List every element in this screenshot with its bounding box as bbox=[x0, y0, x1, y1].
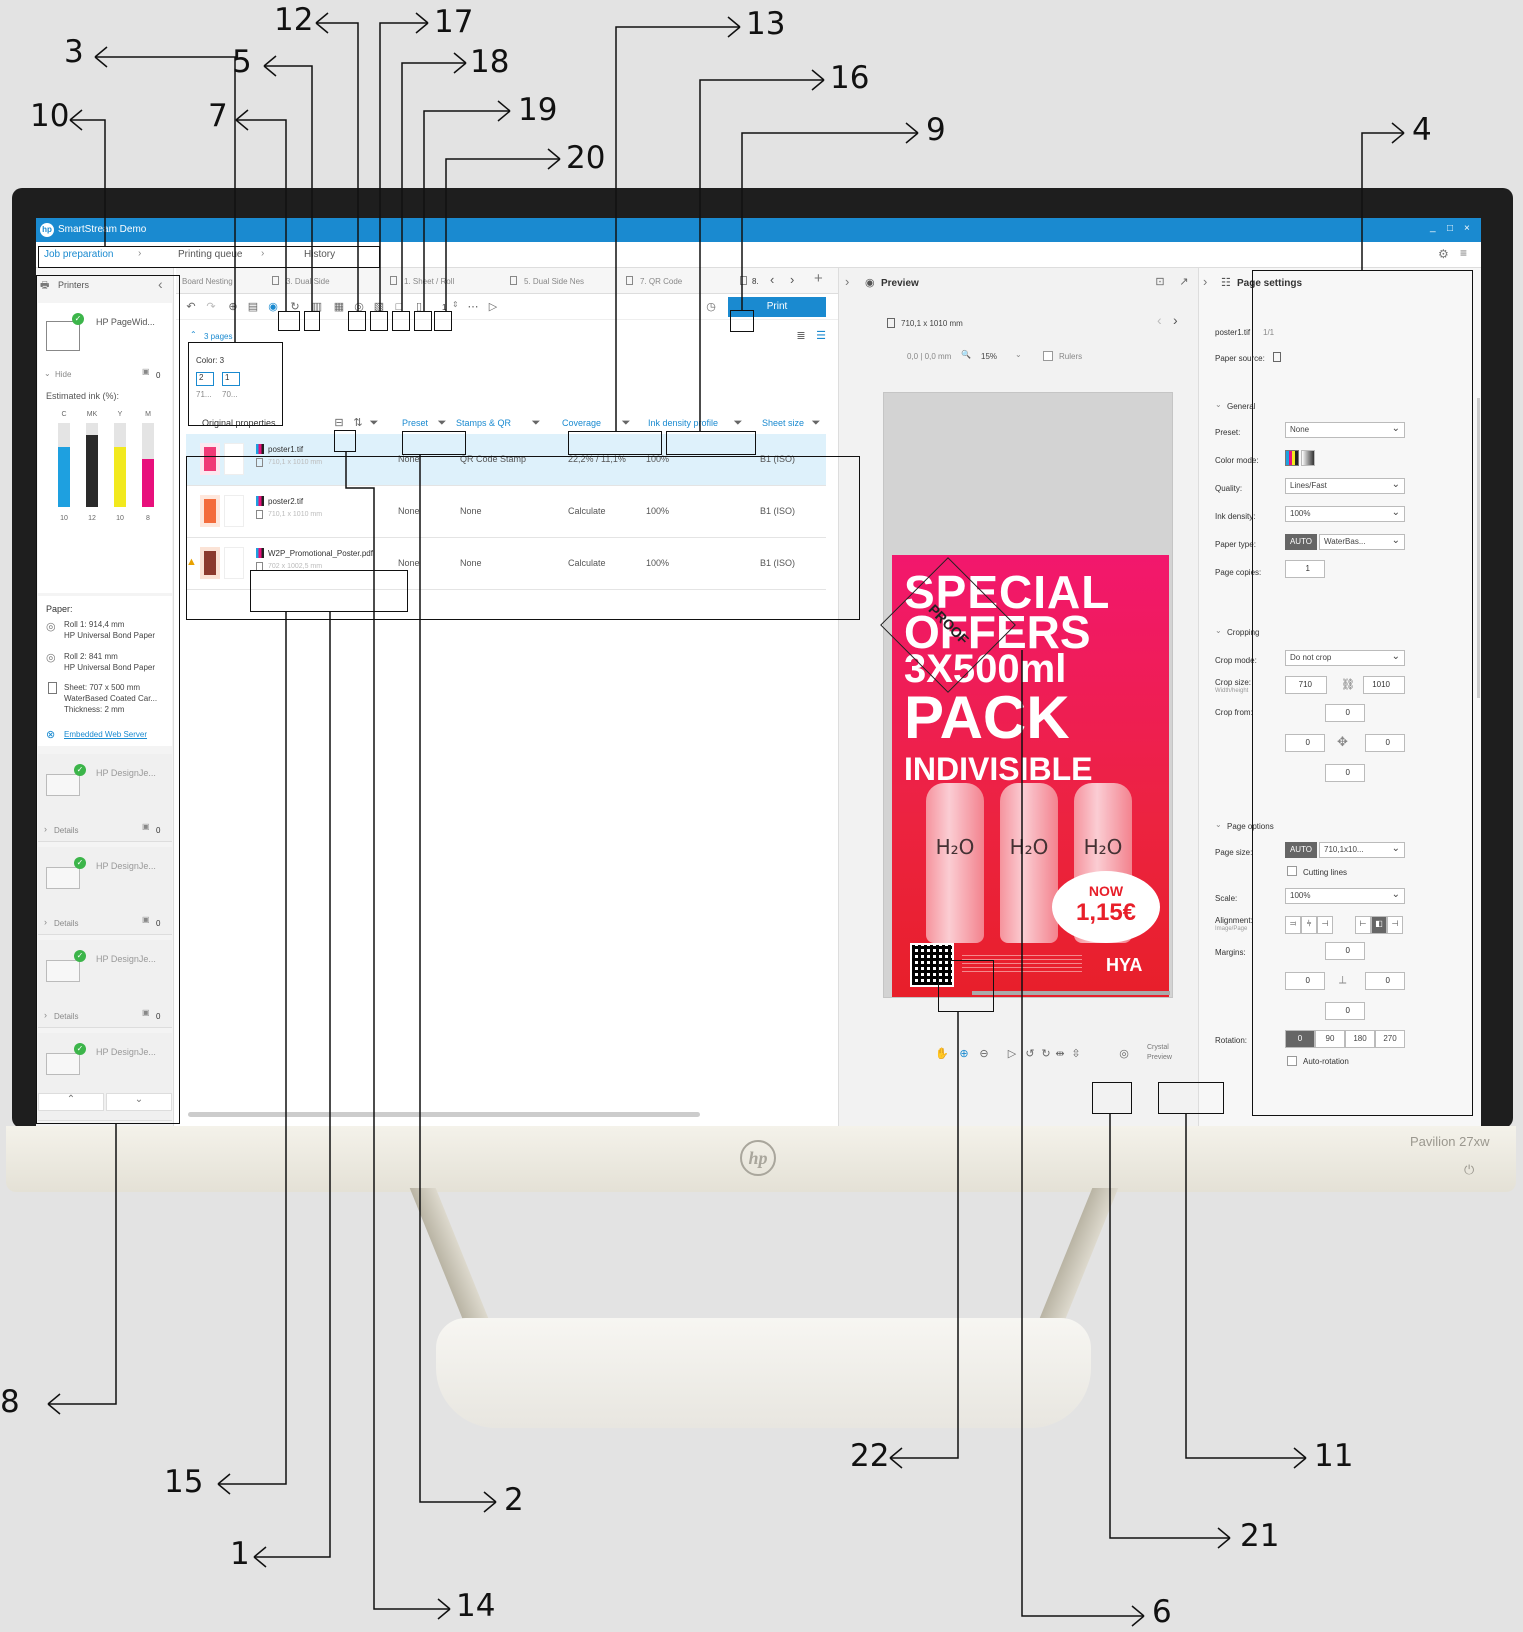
callout-number-7: 7 bbox=[208, 98, 228, 134]
callout-number-20: 20 bbox=[566, 140, 606, 176]
callout-number-14: 14 bbox=[456, 1588, 496, 1624]
callout-number-19: 19 bbox=[518, 92, 558, 128]
callout-number-5: 5 bbox=[232, 44, 252, 80]
callout-number-22: 22 bbox=[850, 1438, 890, 1474]
callout-number-17: 17 bbox=[434, 4, 474, 40]
callout-number-2: 2 bbox=[504, 1482, 524, 1518]
callout-number-13: 13 bbox=[746, 6, 786, 42]
callout-number-11: 11 bbox=[1314, 1438, 1354, 1474]
callout-number-1: 1 bbox=[230, 1536, 250, 1572]
callout-number-8: 8 bbox=[0, 1384, 20, 1420]
callout-number-6: 6 bbox=[1152, 1594, 1172, 1630]
callout-number-18: 18 bbox=[470, 44, 510, 80]
callout-number-4: 4 bbox=[1412, 112, 1432, 148]
callout-number-15: 15 bbox=[164, 1464, 204, 1500]
callout-number-3: 3 bbox=[64, 34, 84, 70]
callout-number-21: 21 bbox=[1240, 1518, 1280, 1554]
callout-number-9: 9 bbox=[926, 112, 946, 148]
leader-lines bbox=[47, 12, 1405, 1627]
callout-number-10: 10 bbox=[30, 98, 70, 134]
callout-number-12: 12 bbox=[274, 2, 314, 38]
callout-number-16: 16 bbox=[830, 60, 870, 96]
